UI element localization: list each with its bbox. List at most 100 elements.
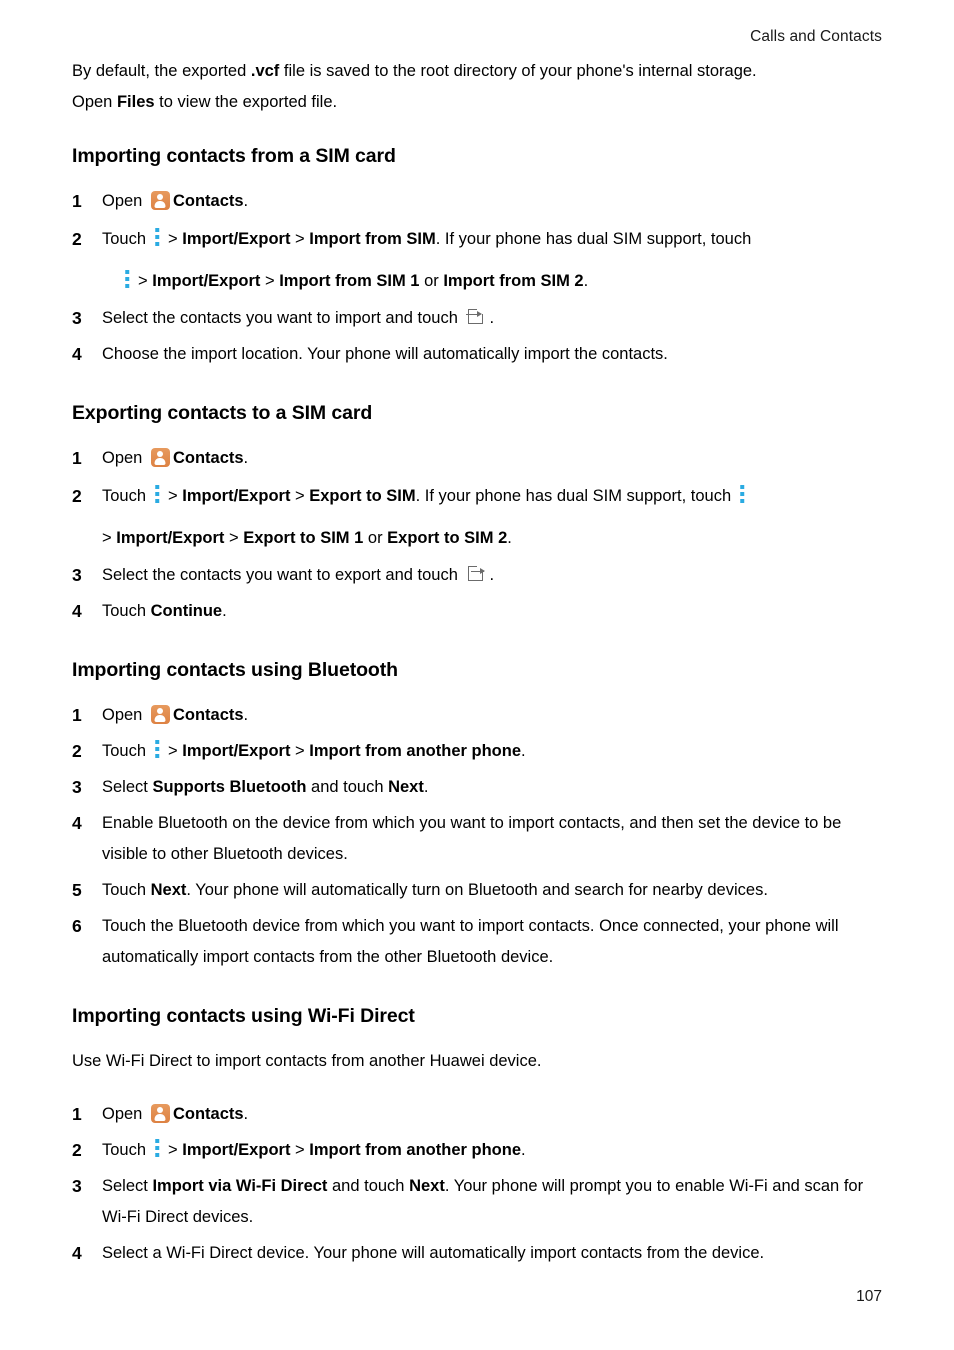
step-text-open: Open [102, 449, 147, 467]
step-bold-contacts: Contacts [172, 192, 244, 210]
step-text-open: Open [102, 1105, 147, 1123]
step-text-c: and touch [327, 1177, 410, 1195]
step-gt-1: > [168, 487, 183, 505]
step-gt-1: > [168, 1141, 183, 1159]
step-text-b: . [222, 602, 227, 620]
intro-paragraph-2: Open Files to view the exported file. [72, 87, 882, 118]
overflow-menu-icon [736, 484, 748, 505]
cont-or: or [363, 529, 388, 547]
step-text-c: . Your phone will automatically turn on … [186, 881, 768, 899]
overflow-menu-icon [151, 739, 163, 760]
button-continue: Continue [150, 602, 223, 620]
cont-period: . [583, 272, 589, 290]
step-tail-text: . [521, 1141, 526, 1159]
contacts-app-icon [150, 191, 170, 210]
step-number: 1 [72, 191, 82, 211]
step-item: 4 Enable Bluetooth on the device from whi… [72, 808, 882, 870]
intro2-text-c: to view the exported file. [154, 93, 338, 111]
step-period: . [243, 192, 249, 210]
cont-or: or [419, 272, 444, 290]
menu-item-import-from-sim-1: Import from SIM 1 [279, 272, 420, 290]
step-item: 2 Touch > Import/Export > Import from SIM.… [72, 222, 882, 298]
step-item: 6 Touch the Bluetooth device from which y… [72, 911, 882, 973]
step-text-a: Select [102, 778, 153, 796]
step-bold-contacts: Contacts [172, 449, 244, 467]
intro-text-c: file is saved to the root directory of y… [279, 62, 757, 80]
intro-paragraph-1: By default, the exported .vcf file is sa… [72, 56, 882, 87]
step-number: 4 [72, 813, 82, 833]
step-number: 2 [72, 229, 82, 249]
overflow-menu-icon [121, 269, 133, 290]
export-icon [466, 565, 486, 583]
step-number: 5 [72, 880, 82, 900]
step-item: 3 Select Import via Wi-Fi Direct and touc… [72, 1171, 882, 1233]
step-text-touch: Touch [102, 230, 147, 248]
step-text-a: Select [102, 1177, 153, 1195]
step-bold-contacts: Contacts [172, 1105, 244, 1123]
document-page: Calls and Contacts By default, the expor… [0, 0, 954, 1350]
step-number: 3 [72, 308, 82, 328]
step-gt-1: > [168, 230, 183, 248]
step-number: 2 [72, 1140, 82, 1160]
page-number: 107 [856, 1288, 882, 1305]
steps-list-import-sim: 1 Open Contacts. 2 Touch > Import/Export > … [72, 186, 882, 370]
step-item: 4 Select a Wi-Fi Direct device. Your phon… [72, 1238, 882, 1269]
step-tail-text: . If your phone has dual SIM support, to… [415, 487, 732, 505]
step-tail-text: . If your phone has dual SIM support, to… [435, 230, 752, 248]
cont-gt-1: > [102, 529, 117, 547]
contacts-app-icon [150, 448, 170, 467]
step-item: 3 Select Supports Bluetooth and touch Nex… [72, 772, 882, 803]
button-next: Next [388, 778, 424, 796]
step-item: 1 Open Contacts. [72, 1099, 882, 1130]
step-number: 1 [72, 448, 82, 468]
contacts-app-icon [150, 1104, 170, 1123]
menu-item-import-from-another-phone: Import from another phone [309, 1141, 521, 1159]
step-gt-2: > [290, 487, 310, 505]
step-text-open: Open [102, 706, 147, 724]
step-text-a: Touch [102, 881, 151, 899]
overflow-menu-icon [151, 484, 163, 505]
step-text-b: . [489, 309, 495, 327]
step-text-touch: Touch [102, 487, 147, 505]
section-intro-wifi-direct: Use Wi-Fi Direct to import contacts from… [72, 1052, 542, 1070]
contacts-app-icon [150, 705, 170, 724]
step-text-touch: Touch [102, 1141, 147, 1159]
step-period: . [243, 706, 249, 724]
cont-gt-2: > [224, 529, 244, 547]
step-period: . [243, 449, 249, 467]
step-text-b: . [489, 566, 495, 584]
button-next: Next [409, 1177, 445, 1195]
menu-item-import-export: Import/Export [152, 272, 261, 290]
step-item: 2 Touch > Import/Export > Export to SIM. I… [72, 479, 882, 555]
page-content: By default, the exported .vcf file is sa… [72, 56, 882, 1274]
step-item: 1 Open Contacts. [72, 443, 882, 474]
step-continuation-line: > Import/Export > Import from SIM 1 or I… [102, 264, 882, 298]
step-gt-2: > [290, 742, 310, 760]
import-icon [466, 308, 485, 326]
step-item: 4 Touch Continue. [72, 596, 882, 627]
intro-vcf-bold: .vcf [250, 62, 280, 80]
intro2-text-a: Open [72, 93, 117, 111]
step-gt-2: > [290, 230, 310, 248]
option-import-via-wifi-direct: Import via Wi-Fi Direct [152, 1177, 328, 1195]
menu-item-import-from-sim: Import from SIM [309, 230, 436, 248]
step-text-c: and touch [306, 778, 389, 796]
step-number: 4 [72, 601, 82, 621]
step-text-touch: Touch [102, 742, 147, 760]
menu-item-export-to-sim-2: Export to SIM 2 [387, 529, 508, 547]
overflow-menu-icon [151, 1138, 163, 1159]
intro-text-a: By default, the exported [72, 62, 251, 80]
menu-item-import-export: Import/Export [116, 529, 225, 547]
step-text: Select a Wi-Fi Direct device. Your phone… [102, 1244, 765, 1262]
menu-item-import-export: Import/Export [182, 1141, 291, 1159]
intro2-files-bold: Files [116, 93, 155, 111]
step-text: Enable Bluetooth on the device from whic… [102, 814, 842, 863]
steps-list-import-bluetooth: 1 Open Contacts. 2 Touch > Import/Export > … [72, 700, 882, 973]
cont-period: . [507, 529, 512, 547]
step-item: 2 Touch > Import/Export > Import from anot… [72, 1135, 882, 1166]
step-text: Choose the import location. Your phone w… [102, 345, 668, 363]
step-tail-text: . [521, 742, 526, 760]
step-number: 2 [72, 741, 82, 761]
section-title-import-sim: Importing contacts from a SIM card [72, 145, 396, 167]
cont-gt-1: > [138, 272, 153, 290]
